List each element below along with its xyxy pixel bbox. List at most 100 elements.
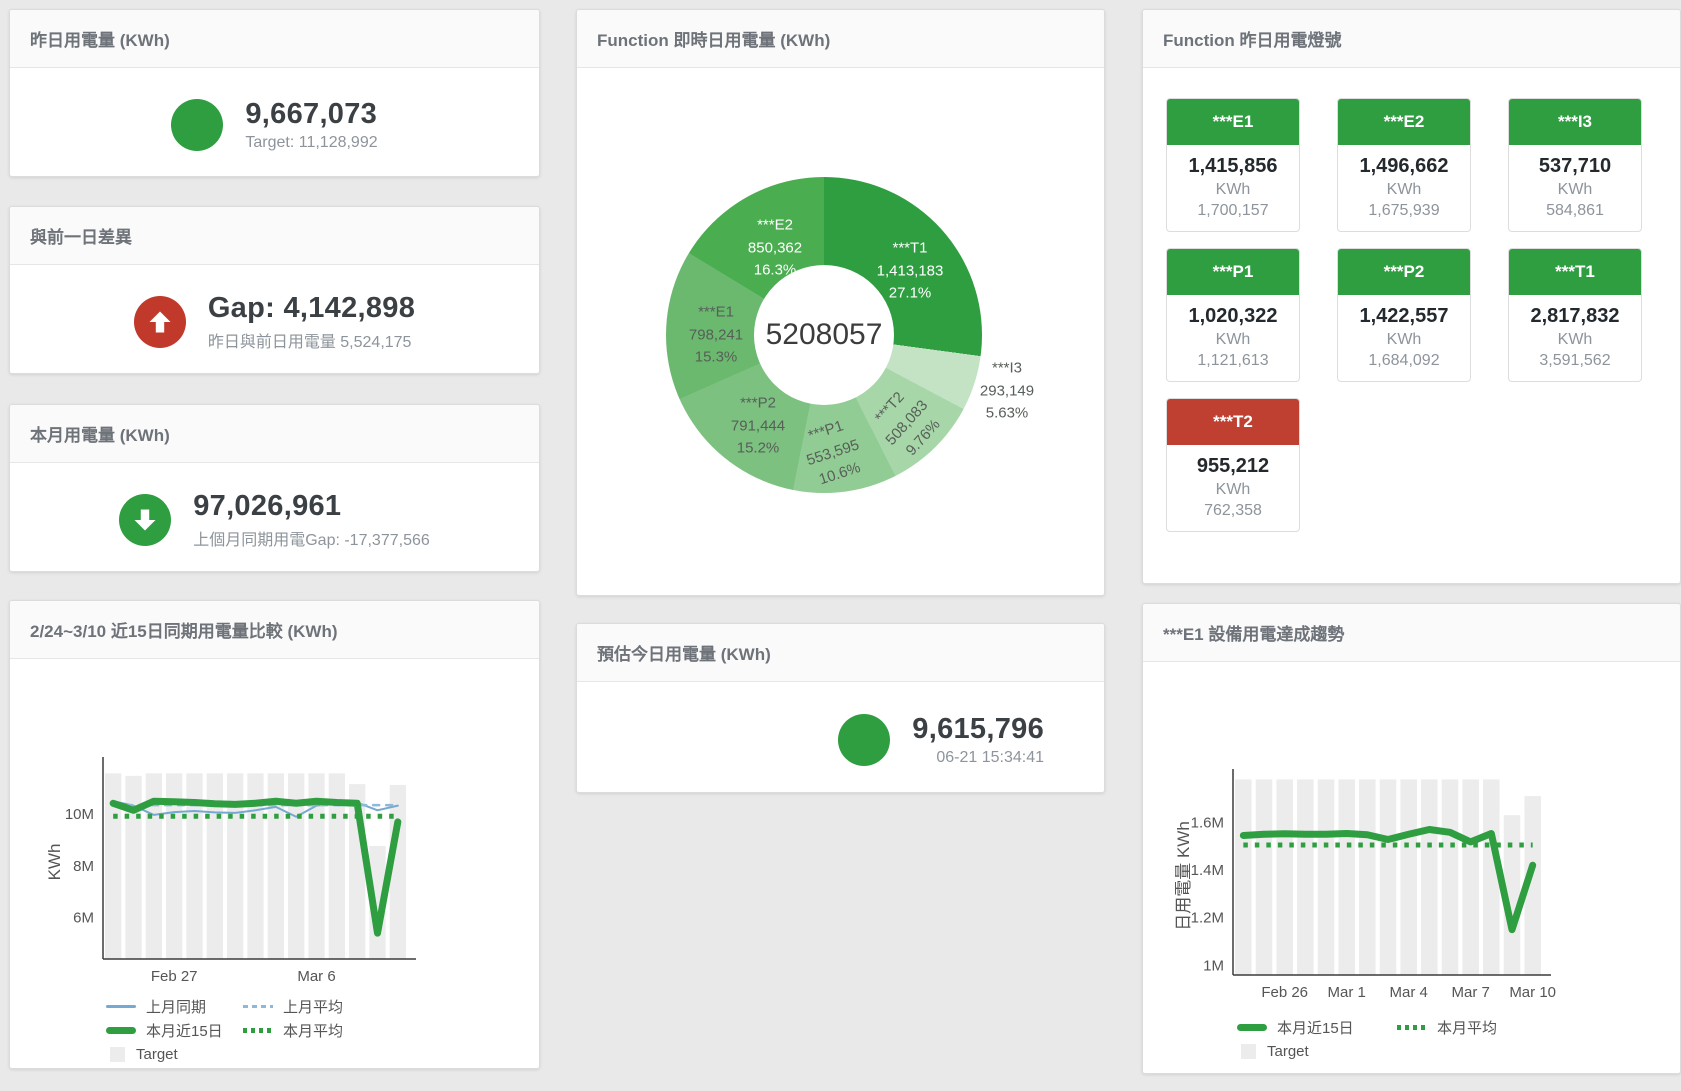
legend-item-target[interactable]: Target	[1237, 1040, 1397, 1063]
svg-text:10M: 10M	[65, 806, 94, 823]
donut-label-e2: ***E2 850,362 16.3%	[748, 214, 802, 282]
donut-label-t1: ***T1 1,413,183 27.1%	[877, 237, 944, 305]
light-tile-t1: ***T1 2,817,832 KWh 3,591,562	[1508, 248, 1642, 382]
light-tile-e1-unit: KWh	[1167, 181, 1299, 199]
legend-item-last-month-avg[interactable]: 上月平均	[243, 995, 343, 1018]
estimate-stat: 9,615,796 06-21 15:34:41	[577, 682, 1104, 797]
light-tile-p1: ***P1 1,020,322 KWh 1,121,613	[1166, 248, 1300, 382]
light-tile-e2-header: ***E2	[1338, 99, 1470, 145]
panel-trend-title: ***E1 設備用電達成趨勢	[1143, 604, 1680, 662]
yesterday-stat-text: 9,667,073 Target: 11,128,992	[245, 98, 377, 152]
svg-text:Mar 10: Mar 10	[1509, 984, 1556, 1001]
light-tile-t1-value: 2,817,832	[1509, 305, 1641, 328]
donut-label-e1: ***E1 798,241 15.3%	[689, 301, 743, 369]
month-value: 97,026,961	[193, 490, 430, 523]
svg-text:日用電量 KWh: 日用電量 KWh	[1174, 821, 1193, 931]
panel-estimate-title: 預估今日用電量 (KWh)	[577, 624, 1104, 682]
panel-today-estimate: 預估今日用電量 (KWh) 9,615,796 06-21 15:34:41	[576, 623, 1105, 793]
light-tile-p2-header: ***P2	[1338, 249, 1470, 295]
trend-chart-legend: 本月近15日 本月平均 Target	[1237, 1016, 1497, 1063]
green-dot-swatch	[243, 1028, 273, 1033]
light-tile-t1-header: ***T1	[1509, 249, 1641, 295]
green-status-circle-icon	[171, 99, 223, 151]
yesterday-value: 9,667,073	[245, 98, 377, 131]
svg-text:Mar 7: Mar 7	[1451, 984, 1489, 1001]
light-tile-t2: ***T2 955,212 KWh 762,358	[1166, 398, 1300, 532]
light-tile-e2-value: 1,496,662	[1338, 155, 1470, 178]
svg-text:KWh: KWh	[45, 844, 64, 881]
svg-text:1.4M: 1.4M	[1191, 862, 1224, 879]
green-line-swatch	[1237, 1024, 1267, 1031]
light-tile-e1: ***E1 1,415,856 KWh 1,700,157	[1166, 98, 1300, 232]
legend-item-last-month[interactable]: 上月同期	[106, 995, 243, 1018]
panel-compare-title: 2/24~3/10 近15日同期用電量比較 (KWh)	[10, 601, 539, 659]
light-tile-p1-target: 1,121,613	[1167, 352, 1299, 370]
panel-lights-title: Function 昨日用電燈號	[1143, 10, 1680, 68]
light-tile-t2-header: ***T2	[1167, 399, 1299, 445]
panel-month-usage: 本月用電量 (KWh) 97,026,961 上個月同期用電Gap: -17,3…	[9, 404, 540, 572]
light-tile-p1-value: 1,020,322	[1167, 305, 1299, 328]
light-tile-i3-value: 537,710	[1509, 155, 1641, 178]
light-tile-p2: ***P2 1,422,557 KWh 1,684,092	[1337, 248, 1471, 382]
light-tile-e2: ***E2 1,496,662 KWh 1,675,939	[1337, 98, 1471, 232]
green-dot-swatch	[1397, 1025, 1427, 1030]
compare-chart[interactable]: 6M8M10MFeb 27Mar 6KWh	[10, 659, 539, 993]
legend-item-this-month-avg[interactable]: 本月平均	[243, 1019, 343, 1042]
month-stat: 97,026,961 上個月同期用電Gap: -17,377,566	[10, 463, 539, 576]
blue-line-swatch	[106, 1005, 136, 1008]
gray-box-swatch	[1241, 1044, 1256, 1059]
panel-compare-chart: 2/24~3/10 近15日同期用電量比較 (KWh) 6M8M10MFeb 2…	[9, 600, 540, 1069]
light-tile-t1-target: 3,591,562	[1509, 352, 1641, 370]
panel-donut-title: Function 即時日用電量 (KWh)	[577, 10, 1104, 68]
svg-text:1.2M: 1.2M	[1191, 910, 1224, 927]
svg-text:1M: 1M	[1203, 957, 1224, 974]
svg-text:6M: 6M	[73, 910, 94, 927]
light-tile-e2-unit: KWh	[1338, 181, 1470, 199]
gap-value: Gap: 4,142,898	[208, 292, 415, 325]
gray-box-swatch	[110, 1047, 125, 1062]
svg-text:Mar 6: Mar 6	[297, 968, 335, 985]
light-tile-i3-unit: KWh	[1509, 181, 1641, 199]
panel-yesterday-title: 昨日用電量 (KWh)	[10, 10, 539, 68]
light-tile-t2-unit: KWh	[1167, 481, 1299, 499]
month-stat-text: 97,026,961 上個月同期用電Gap: -17,377,566	[193, 490, 430, 550]
arrow-down-icon	[119, 494, 171, 546]
green-status-circle-icon	[838, 714, 890, 766]
e1-trend-chart[interactable]: 1M1.2M1.4M1.6MFeb 26Mar 1Mar 4Mar 7Mar 1…	[1143, 662, 1678, 1012]
light-tile-e1-value: 1,415,856	[1167, 155, 1299, 178]
donut-center-total: 5208057	[754, 265, 894, 405]
donut-chart[interactable]: 5208057 ***T1 1,413,183 27.1% ***E2 850,…	[577, 68, 1104, 600]
panel-e1-trend: ***E1 設備用電達成趨勢 1M 1.2M 1.4M 1.6M Feb 26 Mar 1…	[1142, 603, 1681, 1074]
light-tile-i3-target: 584,861	[1509, 202, 1641, 220]
light-tile-t1-unit: KWh	[1509, 331, 1641, 349]
yesterday-stat: 9,667,073 Target: 11,128,992	[10, 68, 539, 181]
svg-text:Feb 26: Feb 26	[1261, 984, 1308, 1001]
svg-text:1.6M: 1.6M	[1191, 814, 1224, 831]
light-tile-p1-unit: KWh	[1167, 331, 1299, 349]
svg-text:Mar 1: Mar 1	[1327, 984, 1365, 1001]
gap-stat-text: Gap: 4,142,898 昨日與前日用電量 5,524,175	[208, 292, 415, 352]
light-tile-p2-unit: KWh	[1338, 331, 1470, 349]
estimate-timestamp: 06-21 15:34:41	[912, 749, 1044, 767]
light-tile-t2-target: 762,358	[1167, 502, 1299, 520]
panel-realtime-donut: Function 即時日用電量 (KWh) 5208057 ***T1 1,41…	[576, 9, 1105, 596]
legend-item-this-month[interactable]: 本月近15日	[106, 1019, 243, 1042]
month-sub: 上個月同期用電Gap: -17,377,566	[193, 526, 430, 550]
legend-item-this-month-avg[interactable]: 本月平均	[1397, 1016, 1497, 1039]
light-tile-i3-header: ***I3	[1509, 99, 1641, 145]
gap-sub: 昨日與前日用電量 5,524,175	[208, 328, 415, 352]
panel-yesterday-usage: 昨日用電量 (KWh) 9,667,073 Target: 11,128,992	[9, 9, 540, 177]
estimate-stat-text: 9,615,796 06-21 15:34:41	[912, 713, 1044, 767]
blue-dash-swatch	[243, 1005, 273, 1008]
light-tiles-grid: ***E1 1,415,856 KWh 1,700,157 ***E2 1,49…	[1143, 68, 1680, 532]
panel-gap-prev-day: 與前一日差異 Gap: 4,142,898 昨日與前日用電量 5,524,175	[9, 206, 540, 374]
donut-label-i3: ***I3 293,149 5.63%	[980, 357, 1034, 425]
panel-month-title: 本月用電量 (KWh)	[10, 405, 539, 463]
yesterday-target: Target: 11,128,992	[245, 134, 377, 152]
donut-label-p2: ***P2 791,444 15.2%	[731, 392, 785, 460]
legend-item-this-month[interactable]: 本月近15日	[1237, 1016, 1397, 1039]
panel-gap-title: 與前一日差異	[10, 207, 539, 265]
svg-text:Feb 27: Feb 27	[151, 968, 198, 985]
legend-item-target[interactable]: Target	[106, 1043, 243, 1066]
light-tile-t2-value: 955,212	[1167, 455, 1299, 478]
